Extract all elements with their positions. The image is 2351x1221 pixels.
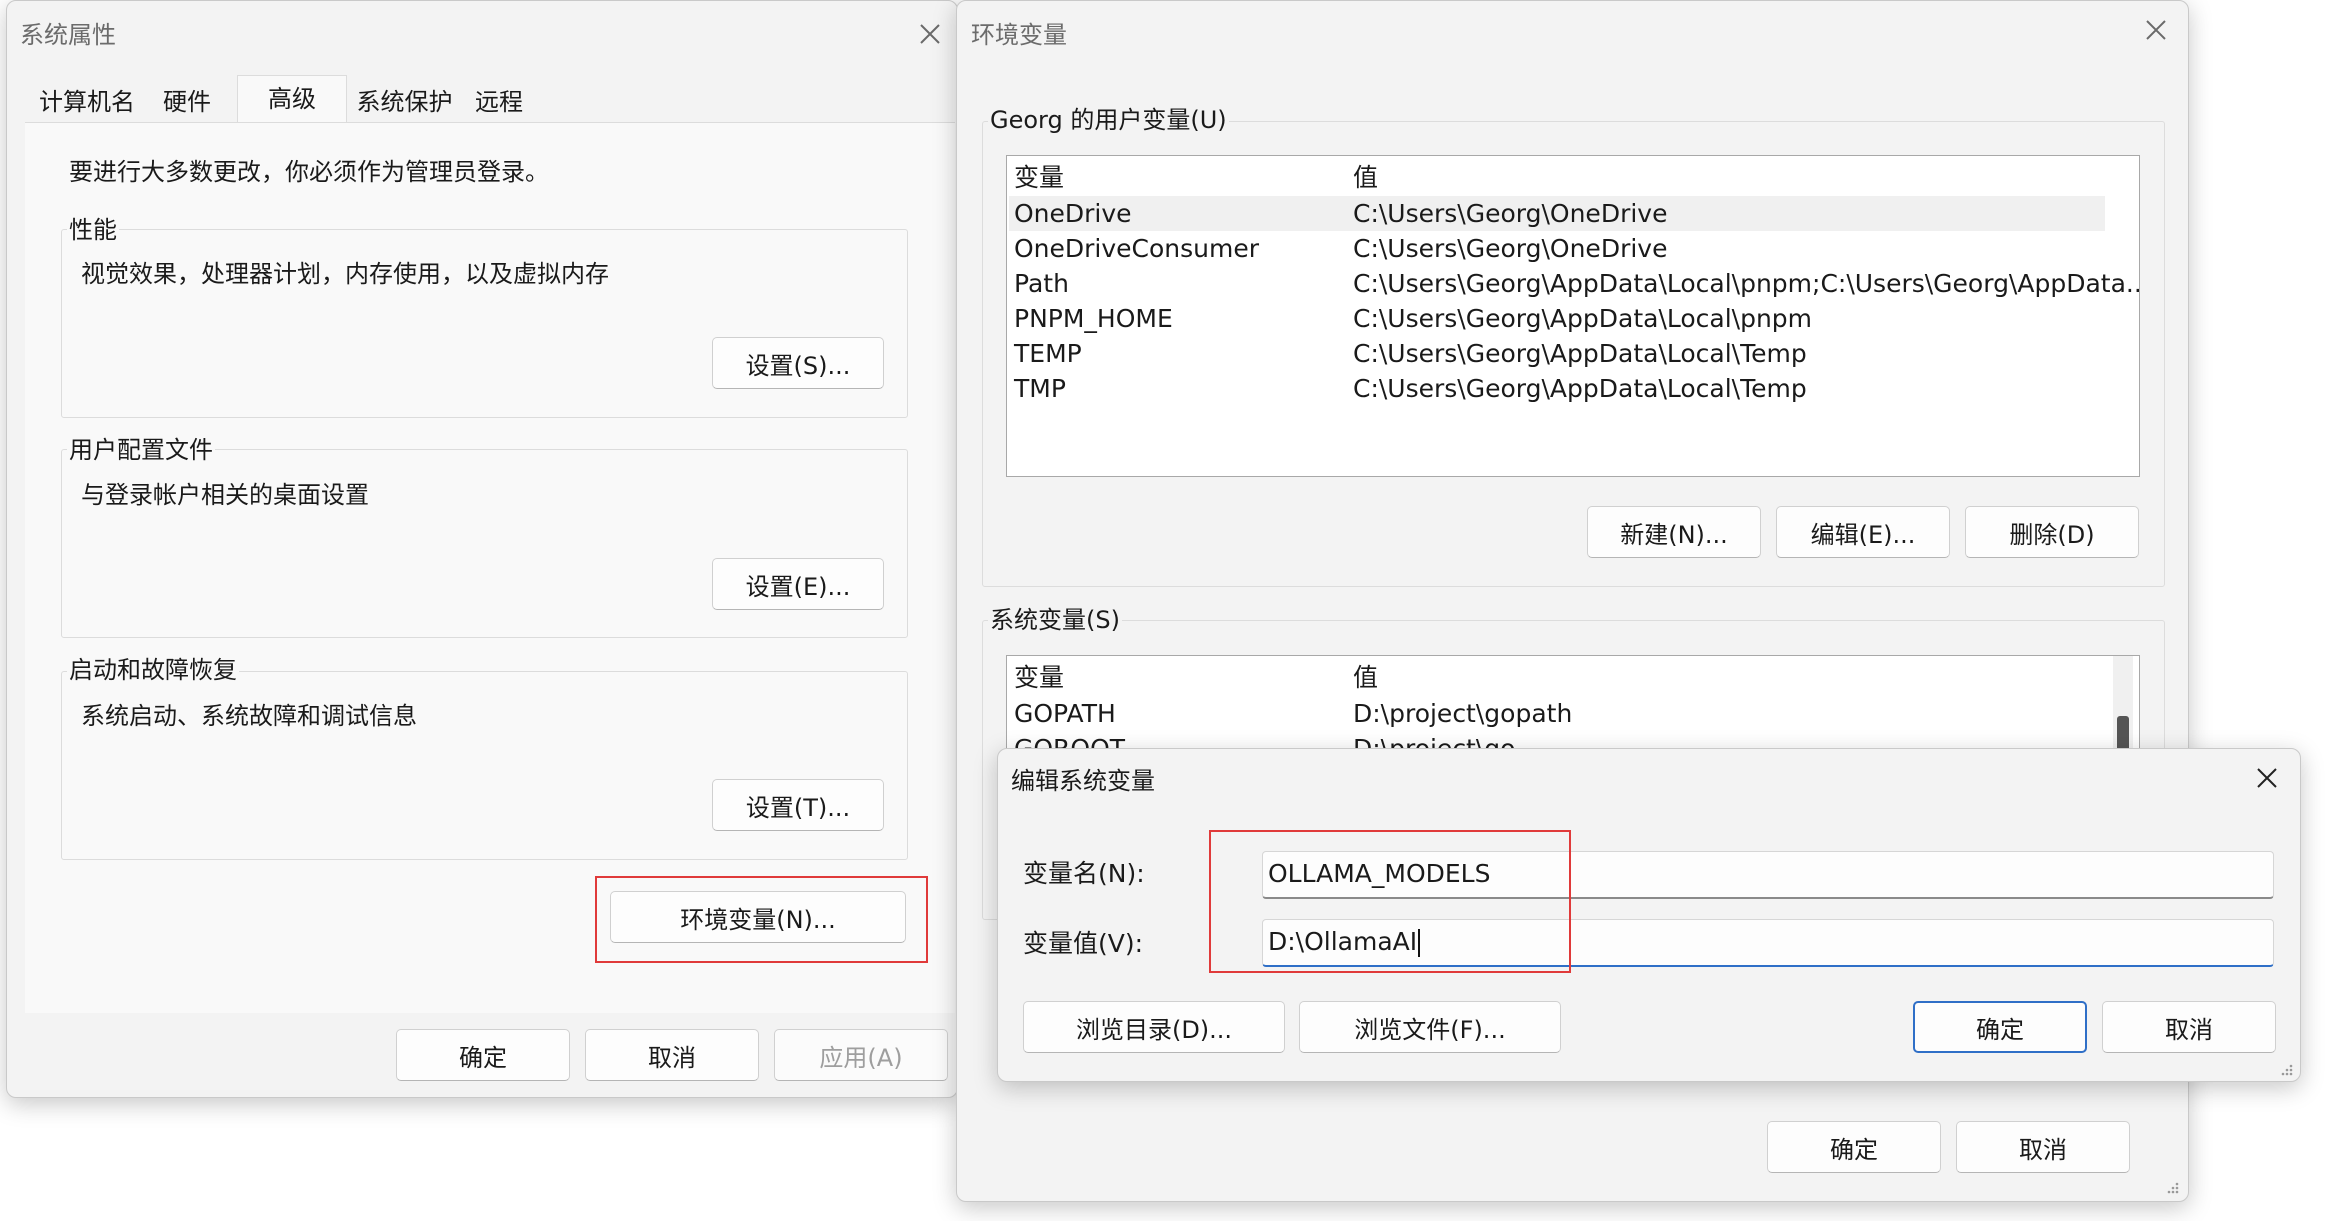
performance-label: 性能 bbox=[67, 215, 119, 245]
tab-hardware[interactable]: 硬件 bbox=[147, 81, 227, 123]
column-header-name[interactable]: 变量 bbox=[1014, 160, 1064, 195]
list-item[interactable]: TMP C:\Users\Georg\AppData\Local\Temp bbox=[1014, 371, 2107, 406]
ok-button[interactable]: 确定 bbox=[396, 1029, 570, 1081]
browse-directory-button[interactable]: 浏览目录(D)... bbox=[1023, 1001, 1285, 1053]
variable-name: GOPATH bbox=[1014, 699, 1116, 728]
admin-notice: 要进行大多数更改，你必须作为管理员登录。 bbox=[69, 158, 549, 186]
ok-button[interactable]: 确定 bbox=[1767, 1121, 1941, 1173]
close-button[interactable] bbox=[2131, 5, 2181, 55]
tab-advanced[interactable]: 高级 bbox=[237, 75, 347, 124]
variable-name: TMP bbox=[1014, 374, 1066, 403]
resize-grip-icon[interactable] bbox=[2164, 1179, 2180, 1195]
tab-system-protection[interactable]: 系统保护 bbox=[347, 81, 462, 123]
ok-button[interactable]: 确定 bbox=[1913, 1001, 2087, 1053]
performance-group bbox=[61, 229, 908, 418]
close-icon bbox=[2257, 768, 2277, 788]
variable-value: C:\Users\Georg\OneDrive bbox=[1353, 234, 1668, 263]
cancel-button[interactable]: 取消 bbox=[585, 1029, 759, 1081]
highlight-box bbox=[1209, 830, 1571, 973]
column-header-value[interactable]: 值 bbox=[1353, 660, 1378, 695]
variable-name-label: 变量名(N): bbox=[1023, 859, 1145, 888]
list-item[interactable]: OneDrive C:\Users\Georg\OneDrive bbox=[1009, 196, 2105, 231]
close-icon bbox=[920, 24, 940, 44]
title-bar[interactable]: 编辑系统变量 bbox=[998, 749, 2300, 805]
variable-value: C:\Users\Georg\AppData\Local\pnpm bbox=[1353, 304, 1813, 333]
variable-name: OneDriveConsumer bbox=[1014, 234, 1260, 263]
title-bar[interactable]: 环境变量 bbox=[957, 1, 2188, 63]
cancel-button[interactable]: 取消 bbox=[1956, 1121, 2130, 1173]
variable-value: C:\Users\Georg\AppData\Local\Temp bbox=[1353, 374, 1807, 403]
list-item[interactable]: Path C:\Users\Georg\AppData\Local\pnpm;C… bbox=[1014, 266, 2139, 301]
user-profiles-label: 用户配置文件 bbox=[67, 435, 215, 465]
startup-recovery-label: 启动和故障恢复 bbox=[67, 655, 239, 685]
close-button[interactable] bbox=[905, 9, 955, 59]
system-properties-window: 系统属性 计算机名 硬件 高级 系统保护 远程 要进行大多数更改，你必须作为管理… bbox=[6, 0, 958, 1098]
user-variables-label: Georg 的用户变量(U) bbox=[988, 105, 1229, 135]
variable-value: C:\Users\Georg\AppData\Local\pnpm;C:\Use… bbox=[1353, 269, 2140, 298]
startup-recovery-group bbox=[61, 671, 908, 860]
list-header: 变量 值 bbox=[1014, 160, 2107, 195]
variable-value: C:\Users\Georg\OneDrive bbox=[1353, 199, 1668, 228]
startup-recovery-description: 系统启动、系统故障和调试信息 bbox=[81, 702, 417, 730]
resize-grip-icon[interactable] bbox=[2278, 1061, 2294, 1077]
variable-name: TEMP bbox=[1014, 339, 1082, 368]
highlight-box bbox=[595, 876, 928, 963]
column-header-value[interactable]: 值 bbox=[1353, 160, 1378, 195]
edit-user-variable-button[interactable]: 编辑(E)... bbox=[1776, 506, 1950, 558]
edit-system-variable-dialog: 编辑系统变量 变量名(N): OLLAMA_MODELS 变量值(V): D:\… bbox=[997, 748, 2301, 1082]
window-title: 系统属性 bbox=[20, 21, 116, 49]
tab-remote[interactable]: 远程 bbox=[466, 81, 532, 123]
list-item[interactable]: GOPATH D:\project\gopath bbox=[1014, 696, 2107, 731]
variable-value-label: 变量值(V): bbox=[1023, 929, 1144, 958]
performance-settings-button[interactable]: 设置(S)... bbox=[712, 337, 884, 389]
delete-user-variable-button[interactable]: 删除(D) bbox=[1965, 506, 2139, 558]
variable-value: C:\Users\Georg\AppData\Local\Temp bbox=[1353, 339, 1807, 368]
close-icon bbox=[2146, 20, 2166, 40]
list-item[interactable]: OneDriveConsumer C:\Users\Georg\OneDrive bbox=[1014, 231, 2107, 266]
variable-value: D:\project\gopath bbox=[1353, 699, 1573, 728]
variable-name: OneDrive bbox=[1014, 199, 1132, 228]
variable-name: PNPM_HOME bbox=[1014, 304, 1173, 333]
apply-button: 应用(A) bbox=[774, 1029, 948, 1081]
user-variables-list[interactable]: 变量 值 OneDrive C:\Users\Georg\OneDrive On… bbox=[1006, 155, 2140, 477]
list-item[interactable]: PNPM_HOME C:\Users\Georg\AppData\Local\p… bbox=[1014, 301, 2107, 336]
new-user-variable-button[interactable]: 新建(N)... bbox=[1587, 506, 1761, 558]
tab-computer-name[interactable]: 计算机名 bbox=[31, 81, 143, 123]
user-profiles-description: 与登录帐户相关的桌面设置 bbox=[81, 481, 369, 509]
close-button[interactable] bbox=[2242, 753, 2292, 803]
list-item[interactable]: TEMP C:\Users\Georg\AppData\Local\Temp bbox=[1014, 336, 2107, 371]
window-title: 环境变量 bbox=[971, 21, 1067, 49]
column-header-name[interactable]: 变量 bbox=[1014, 660, 1064, 695]
browse-file-button[interactable]: 浏览文件(F)... bbox=[1299, 1001, 1561, 1053]
performance-description: 视觉效果，处理器计划，内存使用，以及虚拟内存 bbox=[81, 260, 609, 288]
system-variables-label: 系统变量(S) bbox=[988, 605, 1122, 635]
user-profiles-settings-button[interactable]: 设置(E)... bbox=[712, 558, 884, 610]
dialog-title: 编辑系统变量 bbox=[1011, 767, 1155, 795]
list-header: 变量 值 bbox=[1014, 660, 2107, 695]
startup-recovery-settings-button[interactable]: 设置(T)... bbox=[712, 779, 884, 831]
title-bar[interactable]: 系统属性 bbox=[7, 1, 957, 63]
tab-panel: 要进行大多数更改，你必须作为管理员登录。 性能 视觉效果，处理器计划，内存使用，… bbox=[25, 122, 955, 1013]
variable-name: Path bbox=[1014, 269, 1069, 298]
cancel-button[interactable]: 取消 bbox=[2102, 1001, 2276, 1053]
